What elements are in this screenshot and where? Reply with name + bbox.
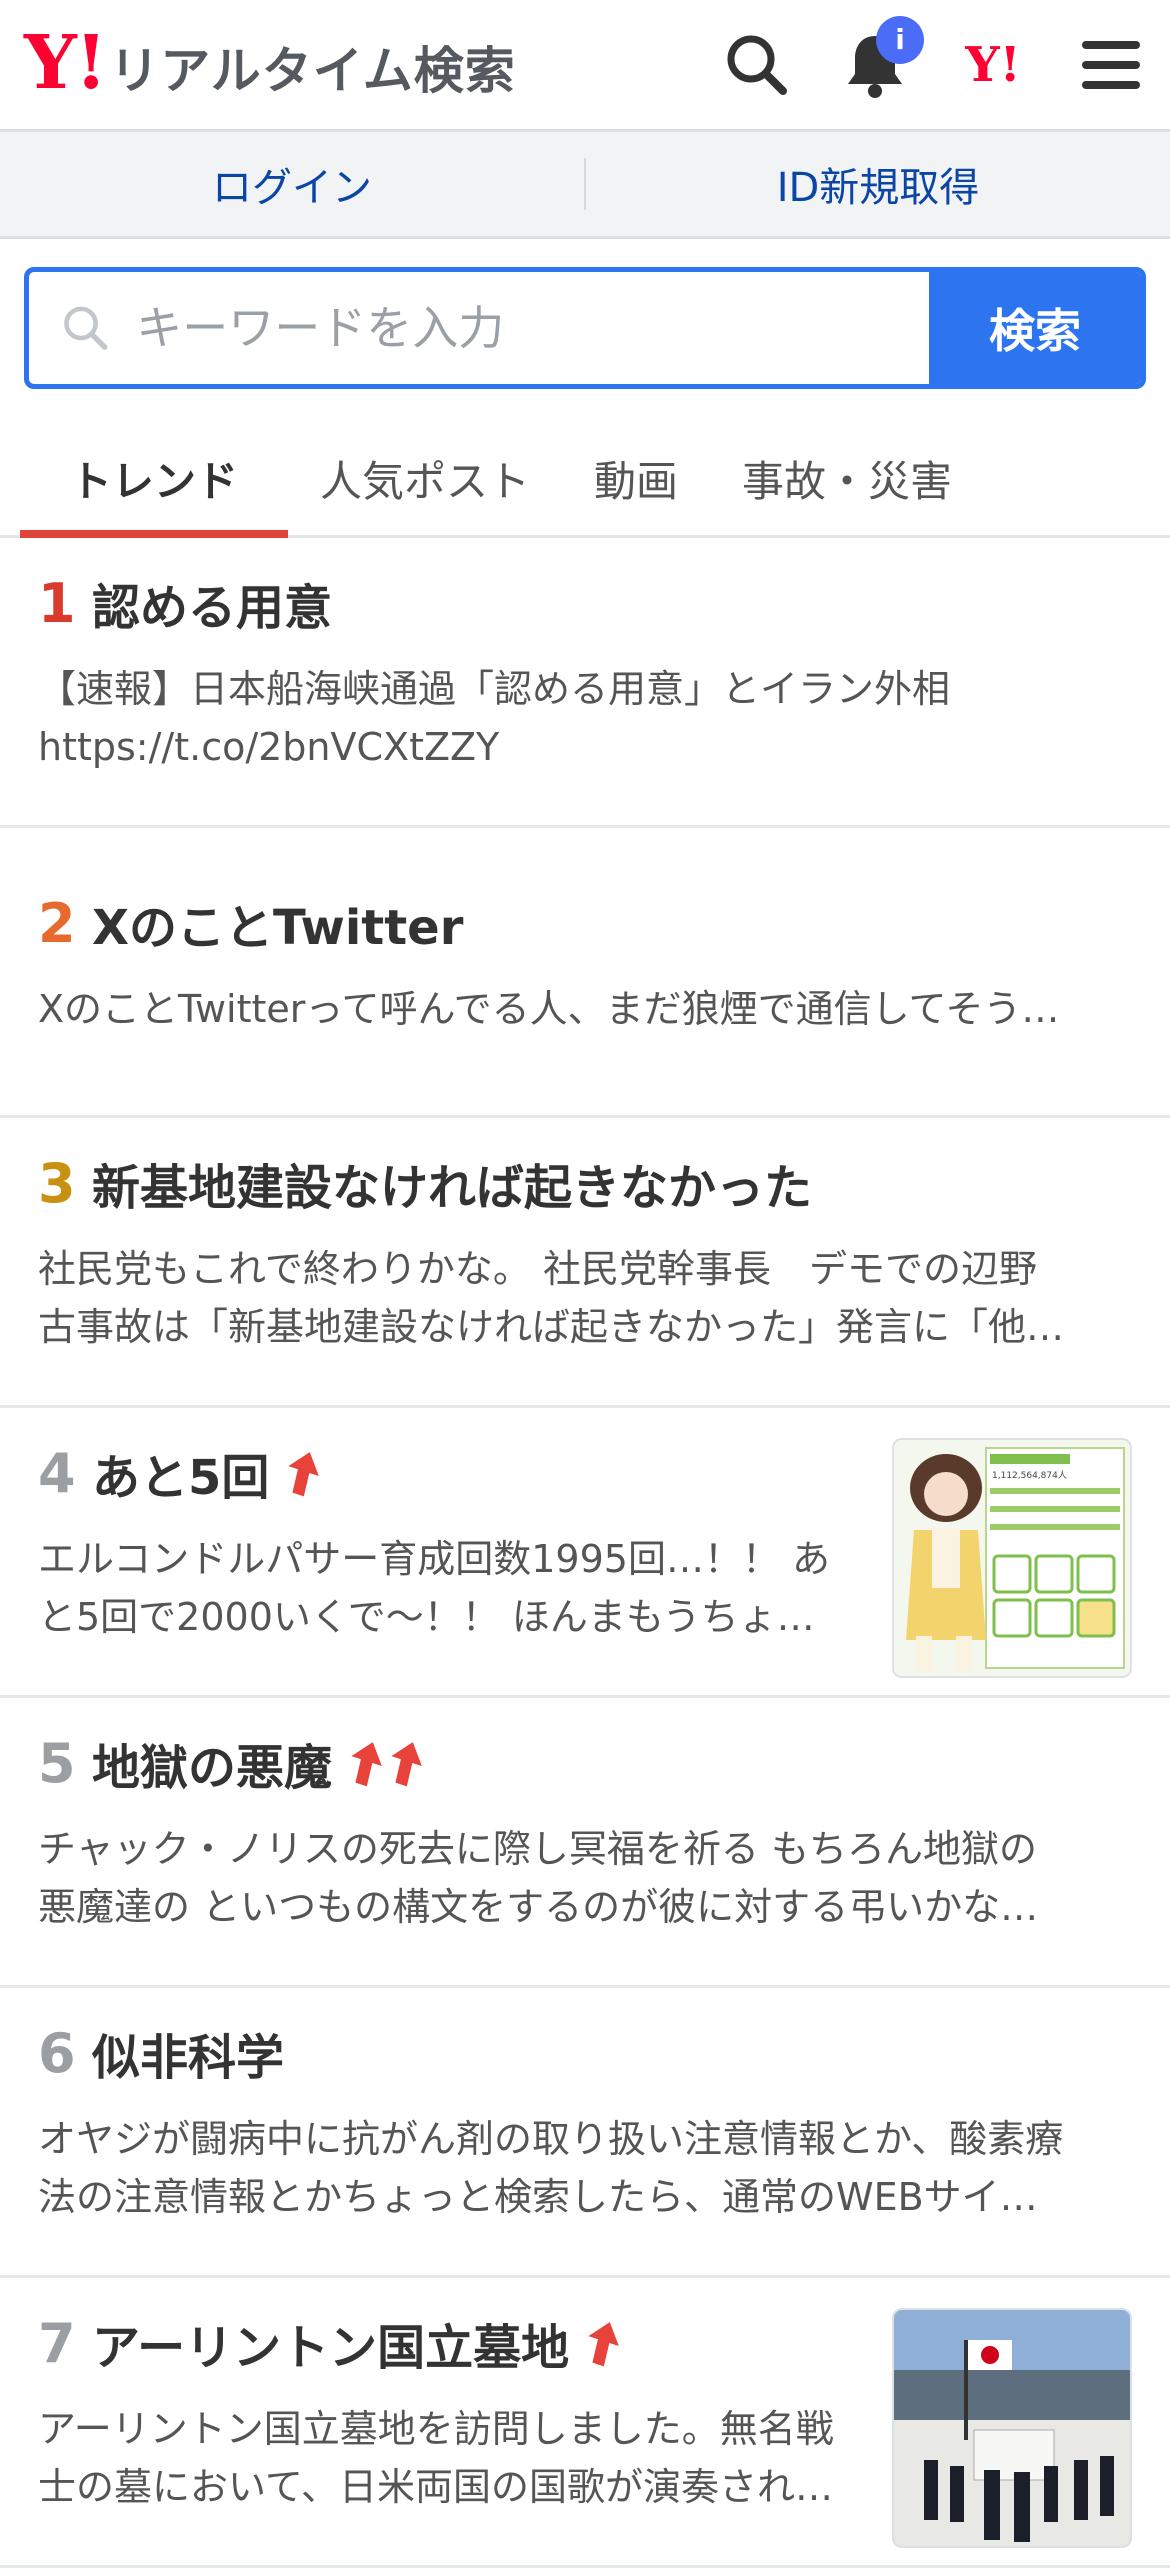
description-line: オヤジが闘病中に抗がん剤の取り扱い注意情報とか、酸素療 <box>38 2117 1064 2161</box>
trend-title: 地獄の悪魔 <box>92 1740 333 1796</box>
trend-list: 1 認める用意 【速報】日本船海峡通過「認める用意」とイラン外相 https:/… <box>0 538 1170 2568</box>
description-line: と5回で2000いくで〜！！ ほんまもうちょ… <box>38 1595 815 1639</box>
app-title: リアルタイム検索 <box>109 42 516 100</box>
tab-trend[interactable]: トレンド <box>20 421 288 538</box>
rank-number: 6 <box>38 2021 76 2085</box>
trend-item-4[interactable]: 4 あと5回 エルコンドルパサー育成回数1995回…！！ あ と5回で2000い… <box>0 1408 1170 1698</box>
search-field[interactable] <box>29 272 929 384</box>
rank-number: 1 <box>38 571 76 635</box>
trend-thumbnail-image[interactable] <box>892 2308 1132 2548</box>
trend-title: アーリントン国立墓地 <box>92 2320 570 2376</box>
trend-title: 新基地建設なければ起きなかった <box>92 1160 813 1216</box>
signup-link[interactable]: ID新規取得 <box>586 132 1170 236</box>
tab-videos[interactable]: 動画 <box>562 421 710 535</box>
header-actions: i Y! <box>722 15 1146 100</box>
rising-arrow-icon <box>283 1449 323 1497</box>
tab-popular-posts[interactable]: 人気ポスト <box>288 421 562 535</box>
search-input[interactable] <box>134 300 929 356</box>
trend-title: XのことTwitter <box>92 900 464 956</box>
thumbnail-card-text: 1,112,564,874人 <box>992 1470 1067 1481</box>
notification-bell-icon[interactable]: i <box>840 15 924 100</box>
search-box: 検索 <box>24 267 1146 389</box>
description-line: アーリントン国立墓地を訪問しました。無名戦 <box>38 2407 834 2451</box>
description-line: 社民党もこれで終わりかな。 社民党幹事長 デモでの辺野 <box>38 1247 1037 1291</box>
search-input-icon <box>64 306 108 350</box>
notification-badge: i <box>876 15 924 64</box>
description-line: エルコンドルパサー育成回数1995回…！！ あ <box>38 1537 831 1581</box>
trend-item-5[interactable]: 5 地獄の悪魔 チャック・ノリスの死去に際し冥福を祈る もちろん地獄の 悪魔達の… <box>0 1698 1170 1988</box>
login-link[interactable]: ログイン <box>0 132 584 236</box>
rank-number: 2 <box>38 891 76 955</box>
account-bar: ログイン ID新規取得 <box>0 132 1170 239</box>
description-line: チャック・ノリスの死去に際し冥福を祈る もちろん地獄の <box>38 1827 1037 1871</box>
yahoo-logo-mark: Y! <box>24 20 107 106</box>
rank-number: 5 <box>38 1731 76 1795</box>
hamburger-menu-icon[interactable] <box>1076 30 1146 100</box>
trend-title: あと5回 <box>92 1450 270 1506</box>
description-line: 悪魔達の といつもの構文をするのが彼に対する弔いかな… <box>38 1885 1039 1929</box>
tab-accidents-disasters[interactable]: 事故・災害 <box>710 421 984 535</box>
app-header: Y! リアルタイム検索 i Y! <box>0 0 1170 132</box>
trend-description: オヤジが闘病中に抗がん剤の取り扱い注意情報とか、酸素療 法の注意情報とかちょっと… <box>38 2110 1132 2226</box>
trend-title: 認める用意 <box>92 580 333 636</box>
trend-thumbnail-image[interactable]: 1,112,564,874人 <box>892 1438 1132 1678</box>
trend-item-3[interactable]: 3 新基地建設なければ起きなかった 社民党もこれで終わりかな。 社民党幹事長 デ… <box>0 1118 1170 1408</box>
trend-description: アーリントン国立墓地を訪問しました。無名戦 士の墓において、日米両国の国歌が演奏… <box>38 2400 856 2516</box>
trend-description: エルコンドルパサー育成回数1995回…！！ あ と5回で2000いくで〜！！ ほ… <box>38 1530 856 1646</box>
yahoo-home-link[interactable]: Y! <box>958 30 1028 100</box>
search-section: 検索 <box>0 239 1170 389</box>
description-line: 士の墓において、日米両国の国歌が演奏され… <box>38 2465 833 2509</box>
rank-number: 3 <box>38 1151 76 1215</box>
trend-item-1[interactable]: 1 認める用意 【速報】日本船海峡通過「認める用意」とイラン外相 https:/… <box>0 538 1170 828</box>
description-line: 【速報】日本船海峡通過「認める用意」とイラン外相 <box>38 667 951 711</box>
trend-description: 【速報】日本船海峡通過「認める用意」とイラン外相 https://t.co/2b… <box>38 660 1132 776</box>
rank-number: 7 <box>38 2311 76 2375</box>
trend-description: XのことTwitterって呼んでる人、まだ狼煙で通信してそう… <box>38 980 1132 1038</box>
trend-description: チャック・ノリスの死去に際し冥福を祈る もちろん地獄の 悪魔達の といつもの構文… <box>38 1820 1132 1936</box>
rising-arrow-icon <box>583 2319 623 2367</box>
yahoo-small-logo: Y! <box>965 36 1021 93</box>
description-line: 法の注意情報とかちょっと検索したら、通常のWEBサイ… <box>38 2175 1038 2219</box>
trend-item-2[interactable]: 2 XのことTwitter XのことTwitterって呼んでる人、まだ狼煙で通信… <box>0 828 1170 1118</box>
description-line: 古事故は「新基地建設なければ起きなかった」発言に「他… <box>38 1305 1065 1349</box>
search-button[interactable]: 検索 <box>929 272 1141 384</box>
yahoo-realtime-logo[interactable]: Y! リアルタイム検索 <box>24 26 516 103</box>
trend-item-6[interactable]: 6 似非科学 オヤジが闘病中に抗がん剤の取り扱い注意情報とか、酸素療 法の注意情… <box>0 1988 1170 2278</box>
search-icon[interactable] <box>722 30 792 100</box>
description-link[interactable]: https://t.co/2bnVCXtZZY <box>38 718 1132 776</box>
category-tabs: トレンド 人気ポスト 動画 事故・災害 <box>0 421 1170 538</box>
trend-title: 似非科学 <box>92 2030 285 2086</box>
description-line: XのことTwitterって呼んでる人、まだ狼煙で通信してそう… <box>38 987 1060 1031</box>
trend-description: 社民党もこれで終わりかな。 社民党幹事長 デモでの辺野 古事故は「新基地建設なけ… <box>38 1240 1132 1356</box>
rank-number: 4 <box>38 1441 76 1505</box>
trend-item-7[interactable]: 7 アーリントン国立墓地 アーリントン国立墓地を訪問しました。無名戦 士の墓にお… <box>0 2278 1170 2568</box>
double-rising-arrow-icon <box>346 1739 426 1787</box>
